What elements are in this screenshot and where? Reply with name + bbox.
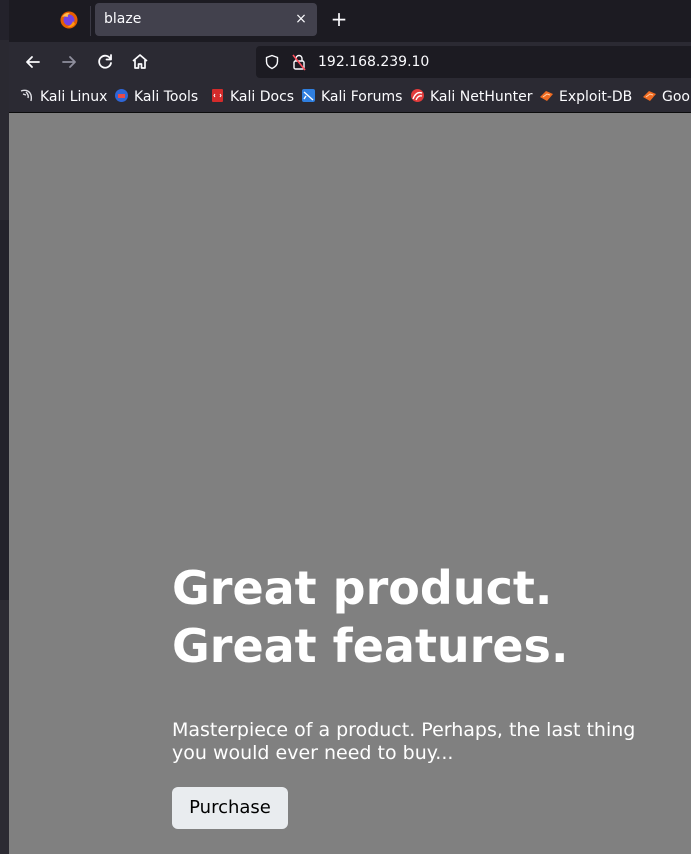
reload-icon[interactable]: [93, 50, 117, 74]
kali-nethunter-icon: [411, 89, 424, 102]
exploit-db-icon: [540, 91, 553, 101]
tab-blaze[interactable]: blaze ×: [95, 3, 317, 36]
hero-headline: Great product. Great features.: [172, 559, 682, 675]
tab-bar: blaze × +: [9, 0, 691, 42]
page-content: Great product. Great features. Masterpie…: [9, 113, 691, 854]
firefox-icon[interactable]: [59, 10, 79, 30]
bookmark-label: Kali Linux: [40, 89, 108, 105]
bookmark-kali-nethunter[interactable]: Kali NetHunter: [410, 88, 532, 106]
bookmark-label: Kali Tools: [134, 89, 199, 105]
bookmark-exploit-db[interactable]: Exploit-DB: [539, 88, 632, 106]
kali-docs-icon: [212, 89, 223, 102]
headline-line-1: Great product.: [172, 561, 553, 615]
bookmarks-toolbar: Kali Linux Kali Tools Kali Docs Kali For…: [9, 82, 691, 113]
shield-icon[interactable]: [264, 54, 280, 70]
home-icon[interactable]: [128, 50, 152, 74]
forward-arrow-icon[interactable]: [57, 50, 81, 74]
close-tab-icon[interactable]: ×: [293, 9, 309, 29]
bookmark-label: Exploit-DB: [559, 89, 633, 105]
purchase-button[interactable]: Purchase: [172, 787, 288, 829]
bookmark-label: Kali Forums: [321, 89, 403, 105]
tab-title: blaze: [104, 11, 142, 27]
url-bar[interactable]: 192.168.239.10: [256, 46, 691, 78]
exploit-db-icon: [643, 91, 656, 101]
bookmark-goo[interactable]: Goo: [642, 88, 690, 106]
kali-dragon-icon: [20, 89, 33, 102]
kali-forums-icon: [302, 89, 315, 102]
headline-line-2: Great features.: [172, 619, 569, 673]
bookmark-label: Kali Docs: [230, 89, 295, 105]
tab-separator: [90, 6, 91, 36]
edge-shade: [0, 40, 9, 220]
new-tab-icon[interactable]: +: [330, 8, 348, 30]
edge-shade: [0, 600, 9, 854]
bookmark-label: Kali NetHunter: [430, 89, 533, 105]
insecure-lock-icon[interactable]: [291, 53, 307, 71]
bookmark-kali-docs[interactable]: Kali Docs: [210, 88, 294, 106]
hero-lead-text: Masterpiece of a product. Perhaps, the l…: [172, 719, 636, 764]
navigation-toolbar: 192.168.239.10: [9, 42, 691, 82]
bookmark-label: Goo: [662, 89, 690, 105]
bookmark-kali-forums[interactable]: Kali Forums: [301, 88, 402, 106]
back-arrow-icon[interactable]: [21, 50, 45, 74]
url-text[interactable]: 192.168.239.10: [318, 54, 429, 70]
bookmark-kali-linux[interactable]: Kali Linux: [20, 88, 107, 106]
kali-tools-icon: [115, 89, 128, 102]
bookmark-kali-tools[interactable]: Kali Tools: [114, 88, 198, 106]
